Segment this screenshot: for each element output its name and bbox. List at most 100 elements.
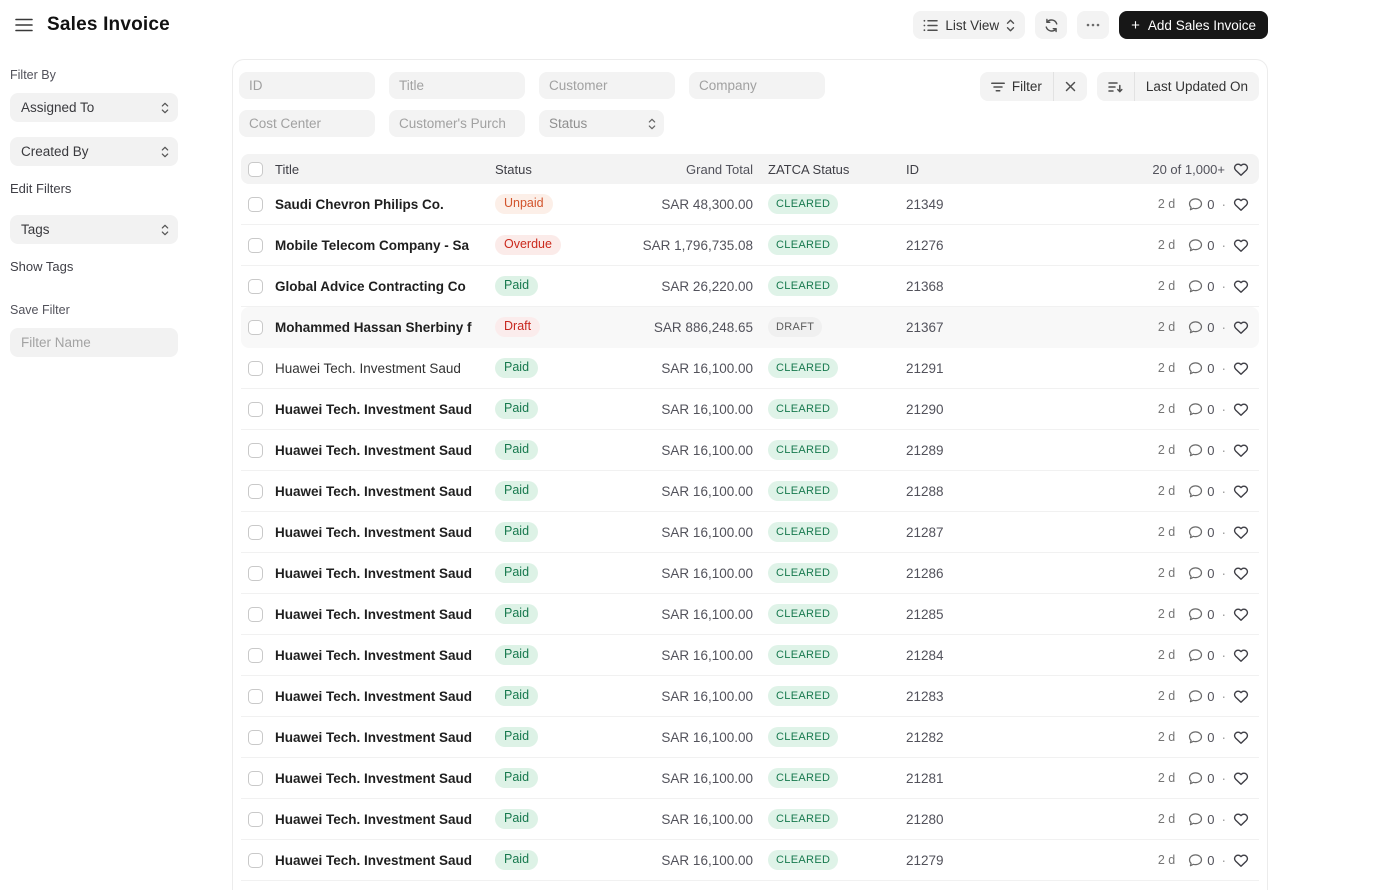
row-comments[interactable]: 0 — [1188, 730, 1215, 745]
row-comments[interactable]: 0 — [1188, 238, 1215, 253]
filter-name-input[interactable] — [10, 328, 178, 357]
favorite-heart-icon[interactable] — [1233, 484, 1249, 499]
row-comments[interactable]: 0 — [1188, 361, 1215, 376]
favorite-heart-icon[interactable] — [1233, 648, 1249, 663]
table-row[interactable]: Huawei Tech. Investment Saud Paid SAR 16,1… — [241, 594, 1259, 635]
row-comments[interactable]: 0 — [1188, 484, 1215, 499]
favorite-heart-icon[interactable] — [1233, 279, 1249, 294]
row-comments[interactable]: 0 — [1188, 320, 1215, 335]
row-checkbox[interactable] — [248, 278, 263, 294]
table-row[interactable]: Huawei Tech. Investment Saud Paid SAR 16,1… — [241, 348, 1259, 389]
row-comments[interactable]: 0 — [1188, 443, 1215, 458]
more-options-button[interactable] — [1077, 11, 1110, 39]
column-zatca-status[interactable]: ZATCA Status — [753, 162, 906, 177]
view-switcher-button[interactable]: List View — [913, 11, 1026, 39]
column-title[interactable]: Title — [275, 162, 495, 177]
assigned-to-select[interactable]: Assigned To — [10, 93, 178, 122]
column-status[interactable]: Status — [495, 162, 615, 177]
row-title[interactable]: Huawei Tech. Investment Saud — [275, 771, 495, 786]
row-checkbox[interactable] — [248, 319, 263, 335]
table-row[interactable]: Mohammed Hassan Sherbiny f Draft SAR 886,2… — [241, 307, 1259, 348]
id-filter-input[interactable] — [239, 72, 375, 99]
row-title[interactable]: Huawei Tech. Investment Saud — [275, 361, 495, 376]
select-all-checkbox[interactable] — [248, 161, 263, 177]
status-filter-select[interactable]: Status — [539, 110, 664, 137]
row-checkbox[interactable] — [248, 770, 263, 786]
row-title[interactable]: Huawei Tech. Investment Saud — [275, 730, 495, 745]
favorite-heart-icon[interactable] — [1233, 566, 1249, 581]
table-row[interactable]: Huawei Tech. Investment Saud Paid SAR 16,1… — [241, 635, 1259, 676]
row-comments[interactable]: 0 — [1188, 689, 1215, 704]
row-comments[interactable]: 0 — [1188, 279, 1215, 294]
table-row[interactable]: Huawei Tech. Investment Saud Paid SAR 16,1… — [241, 799, 1259, 840]
row-title[interactable]: Huawei Tech. Investment Saud — [275, 853, 495, 868]
table-row[interactable]: Global Advice Contracting Co Paid SAR 26,2… — [241, 266, 1259, 307]
row-checkbox[interactable] — [248, 729, 263, 745]
show-tags-link[interactable]: Show Tags — [10, 259, 73, 274]
row-checkbox[interactable] — [248, 196, 263, 212]
favorite-heart-icon[interactable] — [1233, 197, 1249, 212]
table-row[interactable]: Mobile Telecom Company - Sa Overdue SAR 1,… — [241, 225, 1259, 266]
row-checkbox[interactable] — [248, 483, 263, 499]
row-comments[interactable]: 0 — [1188, 402, 1215, 417]
row-checkbox[interactable] — [248, 688, 263, 704]
column-grand-total[interactable]: Grand Total — [615, 162, 753, 177]
row-comments[interactable]: 0 — [1188, 812, 1215, 827]
favorite-heart-icon[interactable] — [1233, 525, 1249, 540]
row-comments[interactable]: 0 — [1188, 525, 1215, 540]
hamburger-menu-icon[interactable] — [10, 11, 38, 39]
row-title[interactable]: Saudi Chevron Philips Co. — [275, 197, 495, 212]
row-checkbox[interactable] — [248, 606, 263, 622]
row-title[interactable]: Huawei Tech. Investment Saud — [275, 607, 495, 622]
row-checkbox[interactable] — [248, 565, 263, 581]
row-comments[interactable]: 0 — [1188, 853, 1215, 868]
row-checkbox[interactable] — [248, 442, 263, 458]
refresh-button[interactable] — [1035, 11, 1068, 39]
favorite-heart-icon[interactable] — [1233, 771, 1249, 786]
row-comments[interactable]: 0 — [1188, 648, 1215, 663]
table-row[interactable]: Huawei Tech. Investment Saud Paid SAR 16,1… — [241, 676, 1259, 717]
filter-button[interactable]: Filter — [980, 72, 1053, 101]
row-comments[interactable]: 0 — [1188, 197, 1215, 212]
row-title[interactable]: Huawei Tech. Investment Saud — [275, 689, 495, 704]
favorite-heart-icon[interactable] — [1233, 402, 1249, 417]
row-title[interactable]: Huawei Tech. Investment Saud — [275, 566, 495, 581]
row-title[interactable]: Mohammed Hassan Sherbiny f — [275, 320, 495, 335]
table-row[interactable]: Huawei Tech. Investment Saud Paid SAR 16,1… — [241, 717, 1259, 758]
table-row[interactable]: Huawei Tech. Investment Saud Paid SAR 16,1… — [241, 471, 1259, 512]
sort-direction-button[interactable] — [1097, 72, 1134, 101]
row-comments[interactable]: 0 — [1188, 566, 1215, 581]
cost-center-filter-input[interactable] — [239, 110, 375, 137]
row-comments[interactable]: 0 — [1188, 607, 1215, 622]
table-row[interactable]: Huawei Tech. Investment Saud Paid SAR 16,1… — [241, 840, 1259, 881]
favorite-heart-icon[interactable] — [1233, 361, 1249, 376]
row-title[interactable]: Huawei Tech. Investment Saud — [275, 525, 495, 540]
company-filter-input[interactable] — [689, 72, 825, 99]
customers-purchase-filter-input[interactable] — [389, 110, 525, 137]
favorite-heart-icon[interactable] — [1233, 853, 1249, 868]
row-checkbox[interactable] — [248, 647, 263, 663]
table-row[interactable]: Huawei Tech. Investment Saud Paid SAR 16,1… — [241, 758, 1259, 799]
row-checkbox[interactable] — [248, 237, 263, 253]
row-title[interactable]: Huawei Tech. Investment Saud — [275, 648, 495, 663]
row-title[interactable]: Global Advice Contracting Co — [275, 279, 495, 294]
sort-field-button[interactable]: Last Updated On — [1133, 72, 1259, 101]
row-title[interactable]: Huawei Tech. Investment Saud — [275, 402, 495, 417]
favorite-heart-icon[interactable] — [1233, 238, 1249, 253]
row-checkbox[interactable] — [248, 401, 263, 417]
row-title[interactable]: Huawei Tech. Investment Saud — [275, 484, 495, 499]
edit-filters-link[interactable]: Edit Filters — [10, 181, 71, 196]
favorite-heart-icon[interactable] — [1233, 689, 1249, 704]
table-row[interactable]: Huawei Tech. Investment Saud Paid SAR 16,1… — [241, 389, 1259, 430]
favorite-filter-icon[interactable] — [1233, 162, 1249, 177]
customer-filter-input[interactable] — [539, 72, 675, 99]
favorite-heart-icon[interactable] — [1233, 443, 1249, 458]
table-row[interactable]: Huawei Tech. Investment Saud Paid SAR 16,1… — [241, 512, 1259, 553]
row-comments[interactable]: 0 — [1188, 771, 1215, 786]
row-checkbox[interactable] — [248, 360, 263, 376]
table-row[interactable]: Huawei Tech. Investment Saud Paid SAR 16,1… — [241, 430, 1259, 471]
row-title[interactable]: Huawei Tech. Investment Saud — [275, 443, 495, 458]
row-checkbox[interactable] — [248, 524, 263, 540]
favorite-heart-icon[interactable] — [1233, 812, 1249, 827]
row-title[interactable]: Mobile Telecom Company - Sa — [275, 238, 495, 253]
